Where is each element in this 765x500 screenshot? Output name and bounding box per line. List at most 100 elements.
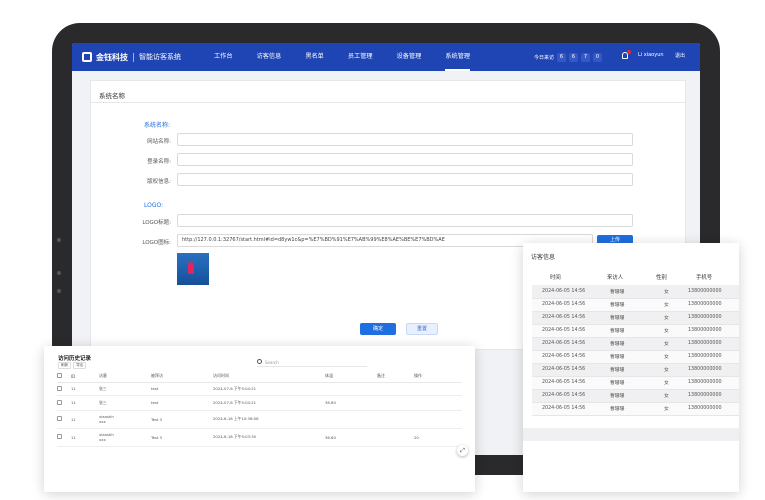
expand-icon[interactable]: ⤢ — [457, 445, 468, 456]
cell-gender: 女 — [652, 402, 682, 416]
col-time: 时间 — [532, 269, 607, 285]
col-visit-time: 访问时间 — [213, 371, 325, 383]
table-row[interactable]: 11 张三 test 2024-07-8 下午5:04:21 — [57, 382, 462, 396]
table-row[interactable]: 2024-06-05 14:56 曹珊珊女 13800000000 — [532, 337, 739, 351]
site-name-label: 网站名称: — [147, 139, 171, 145]
row-checkbox[interactable] — [57, 385, 62, 391]
cell-phone: 13800000000 — [682, 363, 739, 377]
cell-visitor: 曹珊珊 — [607, 337, 652, 351]
menu-item-visitor-info[interactable]: 访客信息 — [257, 43, 282, 71]
card-title: 系统名称 — [99, 92, 125, 100]
cell-visitor: 曹珊珊 — [607, 350, 652, 364]
table-row[interactable]: 2024-06-05 14:56 曹珊珊女 13800000000 — [532, 350, 739, 364]
table-row[interactable]: 2024-06-05 14:56 曹珊珊女 13800000000 — [532, 402, 739, 416]
menu-item-blacklist[interactable]: 黑名单 — [305, 43, 324, 71]
cell-gender: 女 — [652, 324, 682, 338]
menu-item-system[interactable]: 系统管理 — [445, 43, 470, 71]
cell-visit-time: 2024-07-8 下午5:04:21 — [213, 395, 325, 411]
cell-time: 2024-06-05 14:56 — [532, 337, 607, 351]
visitor-panel-footer — [523, 428, 739, 441]
cell-remark — [377, 395, 414, 411]
cell-visitor: xiaoshh xxx — [99, 410, 151, 429]
cell-time: 2024-06-05 14:56 — [532, 363, 607, 377]
username[interactable]: Li xiaoyun — [638, 52, 664, 58]
history-table: ID 访客 被拜访 访问时间 体温 备注 操作 11 张三 test 2024-… — [57, 371, 462, 447]
history-search-input[interactable]: Search — [257, 358, 367, 367]
top-nav: 金钰科技 智能访客系统 工作台 访客信息 黑名单 员工管理 设备管理 系统管理 … — [72, 43, 700, 71]
cell-visitor: 曹珊珊 — [607, 402, 652, 416]
table-row[interactable]: 2024-06-05 14:56 曹珊珊女 13800000000 — [532, 363, 739, 377]
refresh-button[interactable]: 刷新 — [58, 362, 72, 369]
cell-visit-time: 2024-6-18 下午5:03:30 — [213, 428, 325, 447]
cell-visitor: 张三 — [99, 395, 151, 411]
search-placeholder: Search — [265, 360, 279, 365]
table-row[interactable]: 2024-06-05 14:56 曹珊珊女 13800000000 — [532, 285, 739, 299]
today-visitors-label: 今日来访 — [534, 54, 555, 61]
table-row[interactable]: 11 xiaoshh xxx Test 3 2024-6-18 上午10:36:… — [57, 410, 462, 429]
today-visitors: 今日来访 6 6 7 0 — [534, 52, 603, 62]
visitor-panel-title: 访客信息 — [531, 254, 556, 261]
cell-visit-time: 2024-6-18 上午10:36:08 — [213, 410, 325, 429]
copyright-input[interactable] — [177, 173, 633, 186]
col-temperature: 体温 — [325, 371, 377, 383]
section-logo: LOGO: — [144, 202, 164, 209]
row-checkbox[interactable] — [57, 416, 62, 421]
login-name-input[interactable] — [177, 153, 633, 166]
table-row[interactable]: 2024-06-05 14:56 曹珊珊女 13800000000 — [532, 298, 739, 312]
cell-actions — [414, 410, 462, 429]
row-checkbox[interactable] — [57, 434, 62, 439]
visit-history-panel: 访问历史记录 刷新 导出 Search ID 访客 被拜访 访问时间 体温 备注… — [44, 346, 475, 492]
cell-visitor: 曹珊珊 — [607, 376, 652, 390]
row-checkbox[interactable] — [57, 399, 62, 405]
cell-remark — [377, 428, 414, 447]
table-row[interactable]: 11 xiaoshh xxx Test 3 2024-6-18 下午5:03:3… — [57, 428, 462, 447]
logout-button[interactable]: 退出 — [675, 52, 685, 59]
confirm-button[interactable]: 确定 — [360, 323, 396, 335]
table-row[interactable]: 2024-06-05 14:56 曹珊珊女 13800000000 — [532, 311, 739, 325]
table-row[interactable]: 2024-06-05 14:56 曹珊珊女 13800000000 — [532, 324, 739, 338]
login-name-label: 登录名称: — [147, 159, 171, 165]
cell-phone: 13800000000 — [682, 311, 739, 325]
cell-id: 11 — [71, 395, 99, 411]
app-logo[interactable]: 金钰科技 智能访客系统 — [82, 50, 181, 64]
cell-remark — [377, 410, 414, 429]
site-name-input[interactable] — [177, 133, 633, 146]
cell-actions — [414, 382, 462, 396]
cell-gender: 女 — [652, 285, 682, 299]
tablet-camera — [57, 238, 61, 242]
visitor-digit: 7 — [581, 52, 591, 62]
export-button[interactable]: 导出 — [73, 362, 87, 369]
visitor-digit: 6 — [557, 52, 567, 62]
logo-title-input[interactable] — [177, 214, 633, 227]
menu-item-workbench[interactable]: 工作台 — [214, 43, 233, 71]
cell-time: 2024-06-05 14:56 — [532, 285, 607, 299]
menu-item-devices[interactable]: 设备管理 — [397, 43, 422, 71]
cell-temperature — [325, 382, 377, 396]
cell-gender: 女 — [652, 311, 682, 325]
table-row[interactable]: 2024-06-05 14:56 曹珊珊女 13800000000 — [532, 376, 739, 390]
cell-host: test — [151, 382, 213, 396]
menu-item-staff[interactable]: 员工管理 — [348, 43, 373, 71]
table-row[interactable]: 11 张三 test 2024-07-8 下午5:04:21 36.80 — [57, 395, 462, 411]
table-row[interactable]: 2024-06-05 14:56 曹珊珊女 13800000000 — [532, 389, 739, 403]
visitor-table-header: 时间 来访人 性别 手机号 身 — [532, 269, 739, 285]
col-id: ID — [71, 371, 99, 383]
col-actions: 操作 — [414, 371, 462, 383]
cell-id: 11 — [71, 410, 99, 429]
cell-phone: 13800000000 — [682, 376, 739, 390]
logo-icon — [82, 52, 92, 62]
cell-id: 11 — [71, 382, 99, 396]
reset-button[interactable]: 重置 — [406, 323, 438, 335]
cell-gender: 女 — [652, 298, 682, 312]
select-all-checkbox[interactable] — [57, 373, 62, 379]
visitor-digit: 0 — [593, 52, 603, 62]
col-gender: 性别 — [652, 269, 682, 285]
visitor-digit: 6 — [569, 52, 579, 62]
cell-select — [57, 410, 71, 429]
cell-select — [57, 395, 71, 411]
cell-time: 2024-06-05 14:56 — [532, 402, 607, 416]
cell-visitor: 曹珊珊 — [607, 285, 652, 299]
history-toolbar: 刷新 导出 — [58, 362, 88, 369]
notification-bell-icon[interactable] — [621, 50, 631, 60]
cell-visitor: 曹珊珊 — [607, 363, 652, 377]
